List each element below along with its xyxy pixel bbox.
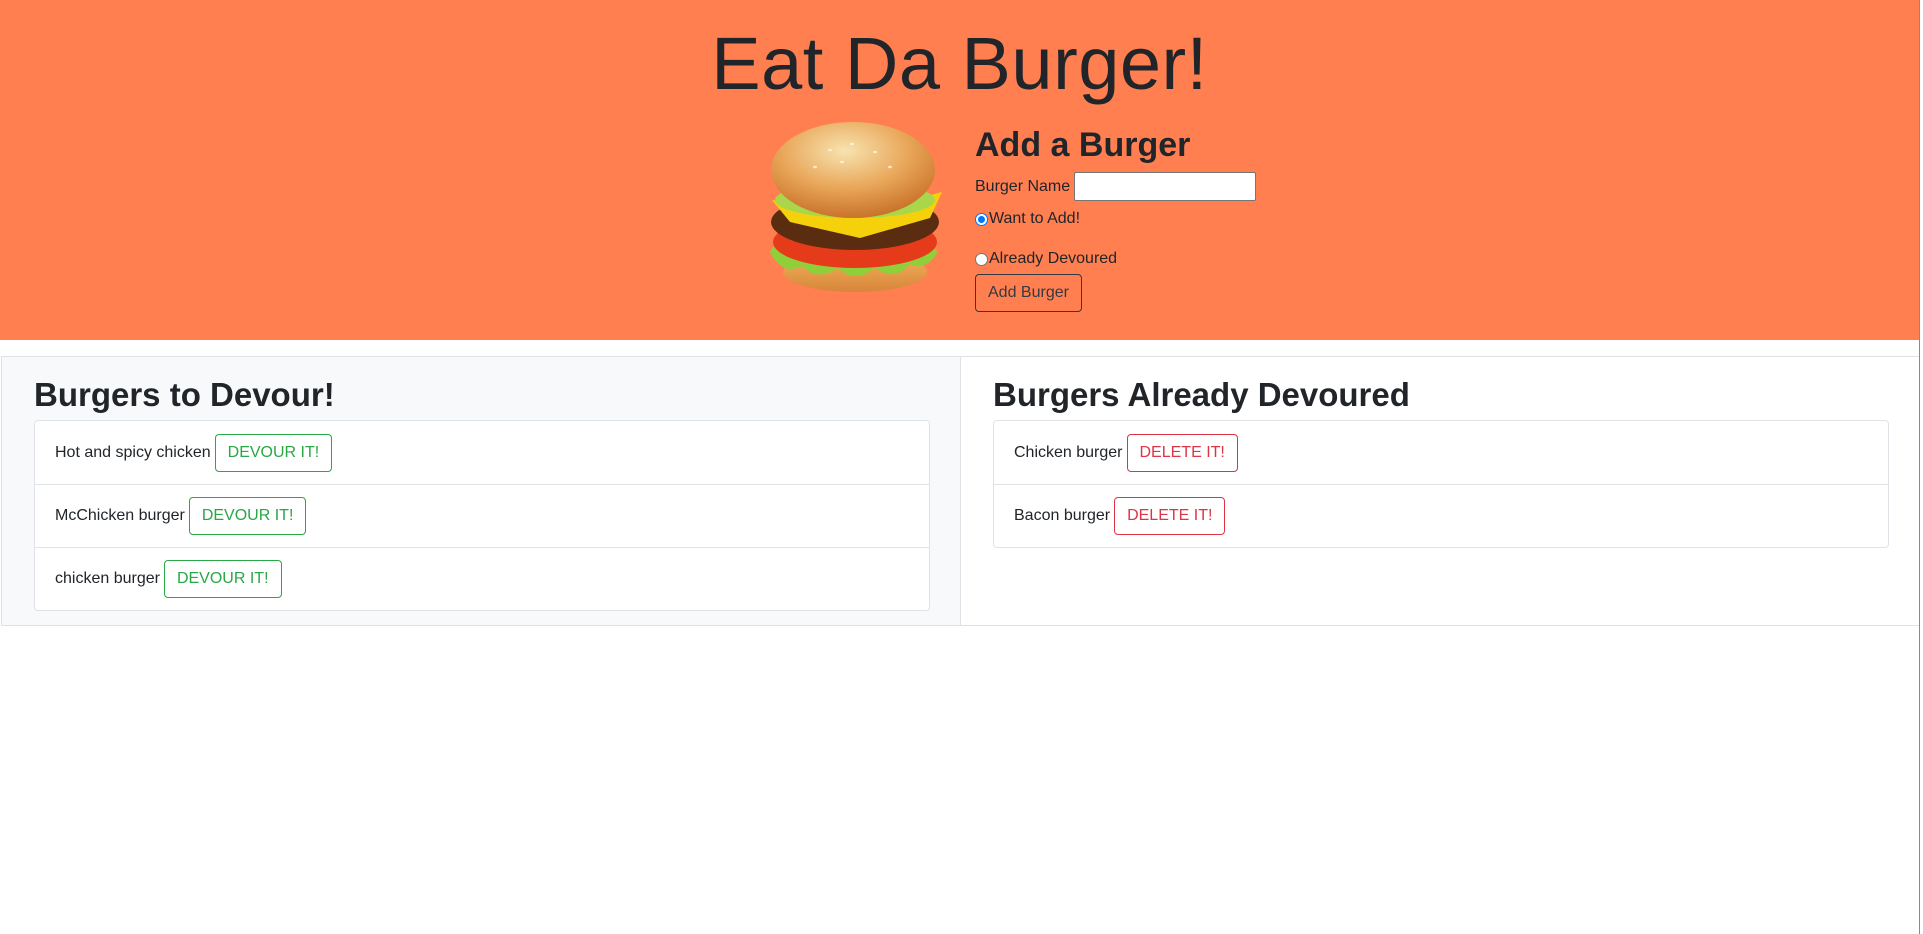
list-item: McChicken burger DEVOUR IT! (35, 484, 929, 547)
list-item: chicken burger DEVOUR IT! (35, 547, 929, 610)
burger-name-row: Burger Name (975, 172, 1335, 201)
to-devour-panel: Burgers to Devour! Hot and spicy chicken… (1, 356, 961, 626)
devour-button[interactable]: DEVOUR IT! (188, 497, 307, 535)
burger-name: Chicken burger (1014, 443, 1123, 461)
add-burger-heading: Add a Burger (975, 126, 1191, 164)
devour-button[interactable]: DEVOUR IT! (163, 560, 282, 598)
add-burger-form: Add a Burger Burger Name Want to Add! Al… (975, 124, 1335, 312)
add-burger-button[interactable]: Add Burger (975, 274, 1082, 312)
radio-want-to-add[interactable]: Want to Add! (975, 208, 1335, 230)
devoured-list: Chicken burger DELETE IT! Bacon burger D… (993, 420, 1889, 548)
delete-button[interactable]: DELETE IT! (1126, 433, 1238, 472)
list-item: Chicken burger DELETE IT! (994, 421, 1888, 484)
radio-want-to-add-label: Want to Add! (989, 210, 1081, 227)
burger-name-label: Burger Name (975, 177, 1071, 195)
devoured-panel: Burgers Already Devoured Chicken burger … (960, 356, 1923, 626)
devour-button[interactable]: DEVOUR IT! (214, 433, 333, 472)
burger-name: McChicken burger (55, 507, 185, 524)
window-scrollbar-edge[interactable] (1919, 0, 1923, 934)
burger-name: Bacon burger (1014, 507, 1111, 524)
delete-button[interactable]: DELETE IT! (1114, 497, 1226, 535)
burger-name: chicken burger (55, 570, 160, 587)
header-banner: Eat Da Burger! Add a Burger Burger Name … (0, 0, 1919, 340)
list-item: Hot and spicy chicken DEVOUR IT! (35, 421, 929, 484)
burger-name-input[interactable] (1074, 172, 1257, 201)
radio-already-devoured-label: Already Devoured (989, 250, 1118, 267)
page: Eat Da Burger! Add a Burger Burger Name … (0, 0, 1923, 934)
burger-name: Hot and spicy chicken (55, 443, 211, 461)
to-devour-list: Hot and spicy chicken DEVOUR IT! McChick… (34, 420, 930, 611)
list-item: Bacon burger DELETE IT! (994, 484, 1888, 547)
to-devour-heading: Burgers to Devour! (34, 376, 335, 413)
burger-icon (770, 122, 942, 292)
radio-unchecked-icon[interactable] (975, 252, 988, 266)
devoured-heading: Burgers Already Devoured (993, 376, 1410, 413)
radio-checked-icon[interactable] (975, 212, 988, 226)
radio-already-devoured[interactable]: Already Devoured (975, 248, 1335, 270)
page-title: Eat Da Burger! (711, 22, 1208, 105)
